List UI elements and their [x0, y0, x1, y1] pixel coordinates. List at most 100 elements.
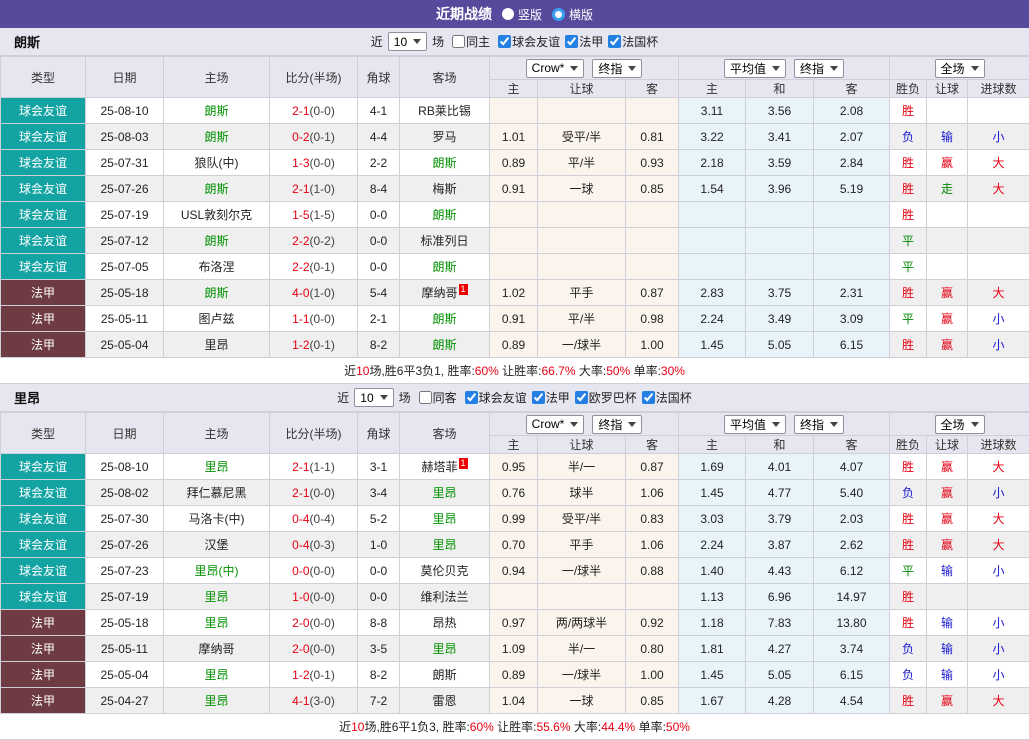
odds-stage-select[interactable]: 终指 [592, 415, 642, 434]
away-team-name[interactable]: 标准列日 [420, 234, 468, 248]
home-team-cell[interactable]: 狼队(中) [164, 150, 270, 176]
home-team-name[interactable]: 马洛卡(中) [189, 512, 245, 526]
same-venue-checkbox[interactable] [452, 35, 465, 48]
home-team-cell[interactable]: 里昂 [164, 688, 270, 714]
home-team-cell[interactable]: 里昂 [164, 454, 270, 480]
away-team-cell[interactable]: 里昂 [400, 480, 490, 506]
home-team-cell[interactable]: 摩纳哥 [164, 636, 270, 662]
away-team-cell[interactable]: 里昂 [400, 506, 490, 532]
avg-stage-select[interactable]: 终指 [794, 415, 844, 434]
home-team-cell[interactable]: 里昂 [164, 332, 270, 358]
away-team-cell[interactable]: 标准列日 [400, 228, 490, 254]
home-team-name[interactable]: 朗斯 [204, 234, 228, 248]
away-team-cell[interactable]: 摩纳哥1 [400, 280, 490, 306]
home-team-name[interactable]: 摩纳哥 [198, 642, 234, 656]
home-team-name[interactable]: USL敦刻尔克 [181, 208, 252, 222]
away-team-name[interactable]: 朗斯 [432, 208, 456, 222]
away-team-cell[interactable]: RB莱比锡 [400, 98, 490, 124]
away-team-name[interactable]: 里昂 [432, 486, 456, 500]
home-team-name[interactable]: 里昂 [204, 668, 228, 682]
home-team-name[interactable]: 朗斯 [204, 130, 228, 144]
league-filter[interactable]: 法国杯 [637, 389, 692, 406]
home-team-cell[interactable]: 朗斯 [164, 124, 270, 150]
league-checkbox[interactable] [498, 35, 511, 48]
away-team-name[interactable]: 朗斯 [432, 312, 456, 326]
away-team-cell[interactable]: 朗斯 [400, 662, 490, 688]
away-team-cell[interactable]: 罗马 [400, 124, 490, 150]
home-team-cell[interactable]: 里昂 [164, 662, 270, 688]
same-venue-filter[interactable]: 同客 [414, 389, 457, 406]
league-checkbox[interactable] [642, 391, 655, 404]
home-team-name[interactable]: 里昂(中) [195, 564, 239, 578]
away-team-cell[interactable]: 梅斯 [400, 176, 490, 202]
away-team-name[interactable]: 朗斯 [432, 668, 456, 682]
league-filter[interactable]: 球会友谊 [493, 33, 560, 50]
away-team-cell[interactable]: 维利法兰 [400, 584, 490, 610]
home-team-cell[interactable]: 朗斯 [164, 228, 270, 254]
radio-vertical-icon[interactable] [502, 8, 514, 20]
home-team-name[interactable]: 里昂 [204, 460, 228, 474]
home-team-name[interactable]: 图卢兹 [198, 312, 234, 326]
away-team-name[interactable]: 摩纳哥 [421, 286, 457, 300]
away-team-cell[interactable]: 赫塔菲1 [400, 454, 490, 480]
same-venue-filter[interactable]: 同主 [447, 33, 490, 50]
league-filter[interactable]: 欧罗巴杯 [570, 389, 637, 406]
away-team-name[interactable]: 维利法兰 [420, 590, 468, 604]
radio-horizontal-icon[interactable] [552, 8, 565, 21]
same-venue-checkbox[interactable] [419, 391, 432, 404]
home-team-name[interactable]: 狼队(中) [195, 156, 239, 170]
home-team-cell[interactable]: 朗斯 [164, 98, 270, 124]
away-team-cell[interactable]: 朗斯 [400, 254, 490, 280]
home-team-name[interactable]: 里昂 [204, 616, 228, 630]
league-checkbox[interactable] [532, 391, 545, 404]
scope-select[interactable]: 全场 [935, 415, 985, 434]
away-team-name[interactable]: 里昂 [432, 512, 456, 526]
away-team-cell[interactable]: 里昂 [400, 636, 490, 662]
home-team-cell[interactable]: 拜仁慕尼黑 [164, 480, 270, 506]
view-option-vertical[interactable]: 竖版 [502, 6, 542, 23]
away-team-cell[interactable]: 朗斯 [400, 306, 490, 332]
league-checkbox[interactable] [465, 391, 478, 404]
home-team-name[interactable]: 朗斯 [204, 104, 228, 118]
avg-stage-select[interactable]: 终指 [794, 59, 844, 78]
away-team-name[interactable]: 莫伦贝克 [420, 564, 468, 578]
away-team-name[interactable]: 昂热 [432, 616, 456, 630]
away-team-name[interactable]: RB莱比锡 [418, 104, 471, 118]
avg-provider-select[interactable]: 平均值 [724, 59, 786, 78]
away-team-name[interactable]: 梅斯 [432, 182, 456, 196]
away-team-cell[interactable]: 昂热 [400, 610, 490, 636]
league-checkbox[interactable] [565, 35, 578, 48]
home-team-cell[interactable]: 里昂(中) [164, 558, 270, 584]
away-team-name[interactable]: 里昂 [432, 642, 456, 656]
away-team-name[interactable]: 雷恩 [432, 694, 456, 708]
home-team-name[interactable]: 汉堡 [204, 538, 228, 552]
odds-stage-select[interactable]: 终指 [592, 59, 642, 78]
view-option-horizontal[interactable]: 横版 [552, 6, 593, 23]
league-checkbox[interactable] [608, 35, 621, 48]
away-team-cell[interactable]: 里昂 [400, 532, 490, 558]
scope-select[interactable]: 全场 [935, 59, 985, 78]
away-team-name[interactable]: 朗斯 [432, 260, 456, 274]
odds-provider-select[interactable]: Crow* [526, 415, 585, 434]
away-team-name[interactable]: 赫塔菲 [421, 460, 457, 474]
away-team-cell[interactable]: 雷恩 [400, 688, 490, 714]
odds-provider-select[interactable]: Crow* [526, 59, 585, 78]
home-team-cell[interactable]: 马洛卡(中) [164, 506, 270, 532]
home-team-name[interactable]: 里昂 [204, 694, 228, 708]
home-team-name[interactable]: 布洛涅 [198, 260, 234, 274]
home-team-name[interactable]: 拜仁慕尼黑 [186, 486, 246, 500]
league-filter[interactable]: 法甲 [560, 33, 603, 50]
away-team-cell[interactable]: 朗斯 [400, 332, 490, 358]
home-team-name[interactable]: 里昂 [204, 338, 228, 352]
league-filter[interactable]: 法国杯 [603, 33, 658, 50]
home-team-name[interactable]: 朗斯 [204, 286, 228, 300]
away-team-cell[interactable]: 朗斯 [400, 202, 490, 228]
league-filter[interactable]: 球会友谊 [460, 389, 527, 406]
home-team-cell[interactable]: 朗斯 [164, 176, 270, 202]
home-team-name[interactable]: 朗斯 [204, 182, 228, 196]
home-team-cell[interactable]: 布洛涅 [164, 254, 270, 280]
avg-provider-select[interactable]: 平均值 [724, 415, 786, 434]
home-team-cell[interactable]: 汉堡 [164, 532, 270, 558]
home-team-cell[interactable]: 里昂 [164, 610, 270, 636]
away-team-name[interactable]: 罗马 [432, 130, 456, 144]
